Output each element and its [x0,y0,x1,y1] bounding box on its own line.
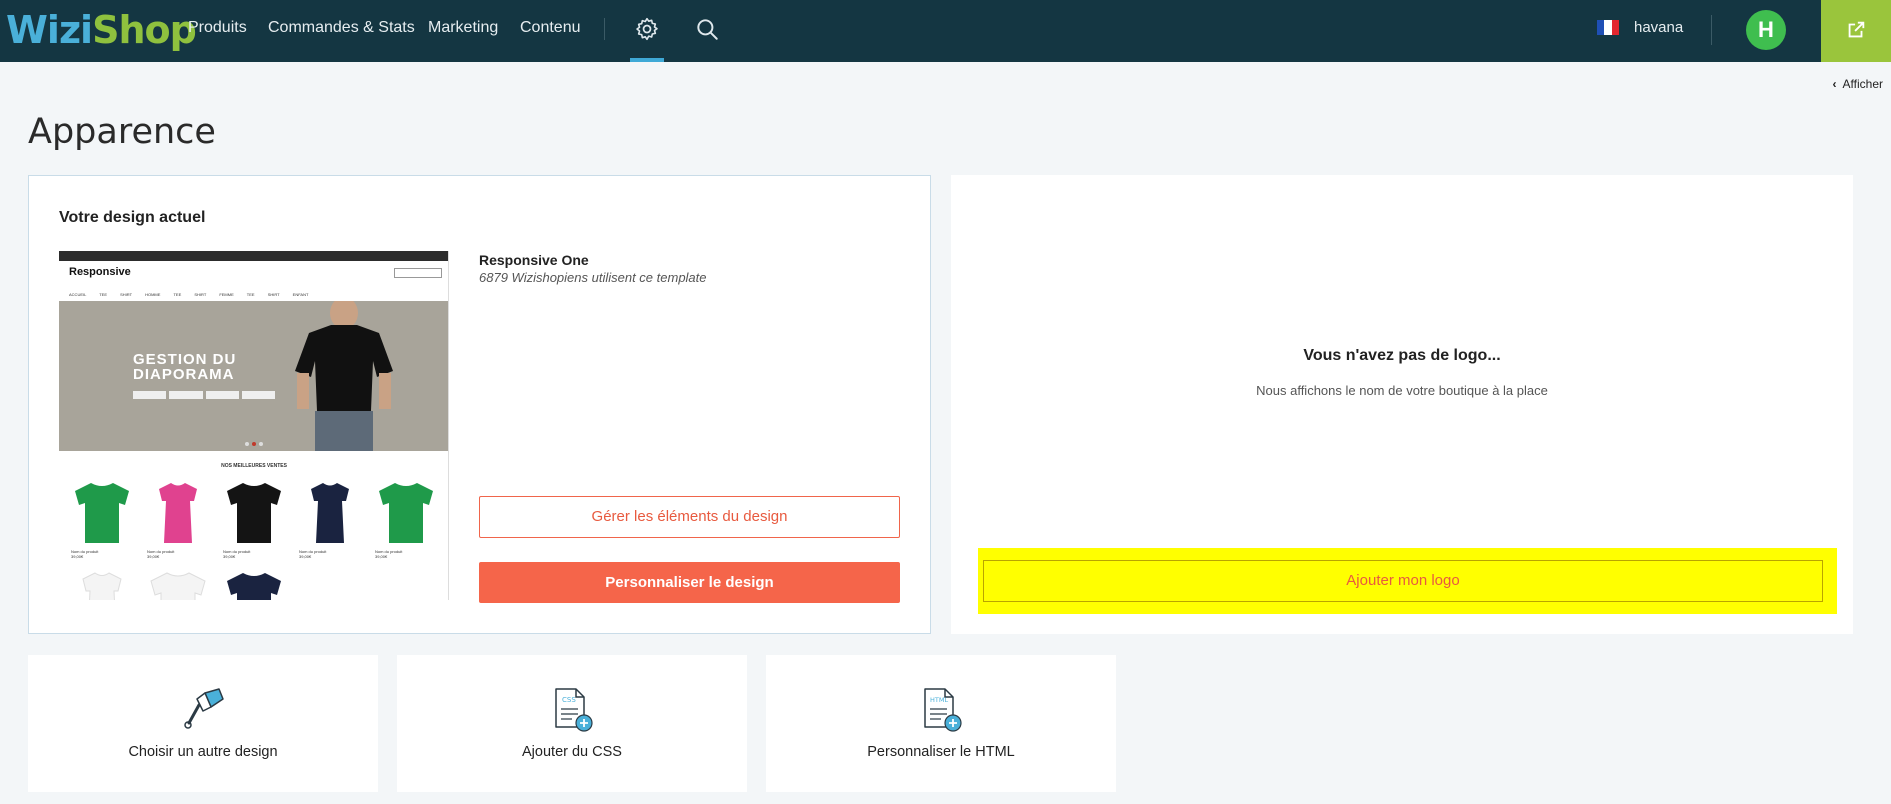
logo-part-1: Wizi [6,8,93,52]
preview-product-caption-4: Nom du produit 39,00€ [299,549,327,559]
no-logo-title: Vous n'avez pas de logo... [1303,347,1501,364]
tshirt-model-image [295,301,393,451]
nav-item-produits[interactable]: Produits [188,19,247,37]
show-panel-link[interactable]: ‹ Afficher [1833,77,1883,91]
gear-icon[interactable] [634,16,660,42]
template-preview-image[interactable]: Responsive ACCUEIL TEE SHIRT HOMME TEE S… [59,251,449,600]
preview-product-black-tshirt [227,483,281,543]
logo-card: Vous n'avez pas de logo... Nous affichon… [951,175,1853,634]
wizishop-logo[interactable]: WiziShop [6,8,197,52]
add-css-label: Ajouter du CSS [522,744,622,760]
preview-product-caption-2: Nom du produit 39,00€ [147,549,175,559]
add-logo-highlight: Ajouter mon logo [978,548,1837,614]
account-divider [1711,15,1712,45]
chevron-left-icon: ‹ [1832,77,1837,91]
choose-design-label: Choisir un autre design [128,744,278,760]
preview-carousel-dots [245,442,265,446]
search-icon[interactable] [694,16,720,42]
preview-hero-steps [133,391,275,399]
template-usage-count: 6879 Wizishopiens utilisent ce template [479,270,707,285]
preview-menu: ACCUEIL TEE SHIRT HOMME TEE SHIRT FEMME … [69,292,309,297]
account-name[interactable]: havana [1634,19,1683,36]
html-badge: HTML [930,696,948,704]
preview-product-caption-1: Nom du produit 39,00€ [71,549,99,559]
preview-product-caption-3: Nom du produit 39,00€ [223,549,251,559]
paint-brush-icon [184,688,224,729]
nav-item-commandes-stats[interactable]: Commandes & Stats [268,19,415,37]
manage-design-elements-button[interactable]: Gérer les éléments du design [479,496,900,538]
preview-product-white-tshirt-2 [150,572,206,600]
nav-item-contenu[interactable]: Contenu [520,19,581,37]
preview-search-box [394,268,442,278]
page-title: Apparence [28,112,216,152]
add-css-tile[interactable]: CSS Ajouter du CSS [397,655,747,792]
active-nav-indicator [630,58,664,62]
top-navigation-bar: WiziShop Produits Commandes & Stats Mark… [0,0,1891,62]
external-link-icon [1848,21,1865,38]
css-badge: CSS [562,696,576,704]
preview-hero-title: GESTION DU DIAPORAMA [133,352,236,382]
preview-hero-banner: GESTION DU DIAPORAMA [59,301,448,451]
preview-top-strip [59,251,448,261]
preview-brand: Responsive [69,266,131,278]
customize-html-label: Personnaliser le HTML [867,744,1015,760]
preview-product-green-tshirt [75,483,129,543]
add-logo-button[interactable]: Ajouter mon logo [983,560,1823,602]
template-name: Responsive One [479,252,589,268]
current-design-title: Votre design actuel [59,209,206,226]
view-store-button[interactable] [1821,0,1891,62]
user-avatar[interactable]: H [1746,10,1786,50]
preview-product-caption-5: Nom du produit 39,00€ [375,549,403,559]
preview-section-title: NOS MEILLEURES VENTES [221,463,287,469]
preview-product-navy-tshirt [311,483,349,543]
customize-design-button[interactable]: Personnaliser le design [479,562,900,603]
no-logo-subtitle: Nous affichons le nom de votre boutique … [1256,383,1548,398]
nav-divider [604,18,605,40]
preview-product-green-tshirt-2 [379,483,433,543]
css-file-add-icon: CSS [555,688,593,732]
preview-product-navy-tshirt-2 [227,573,281,600]
france-flag-icon[interactable] [1597,20,1619,35]
logo-part-2: Shop [92,8,197,52]
current-design-card: Votre design actuel Responsive ACCUEIL T… [28,175,931,634]
preview-hero-line-2: DIAPORAMA [133,366,235,383]
customize-html-tile[interactable]: HTML Personnaliser le HTML [766,655,1116,792]
preview-product-pink-tshirt [159,483,197,543]
preview-hero-line-1: GESTION DU [133,351,237,368]
show-panel-label: Afficher [1842,77,1883,91]
choose-design-tile[interactable]: Choisir un autre design [28,655,378,792]
html-file-add-icon: HTML [924,688,962,732]
nav-item-marketing[interactable]: Marketing [428,19,498,37]
preview-product-white-tshirt [82,572,122,600]
